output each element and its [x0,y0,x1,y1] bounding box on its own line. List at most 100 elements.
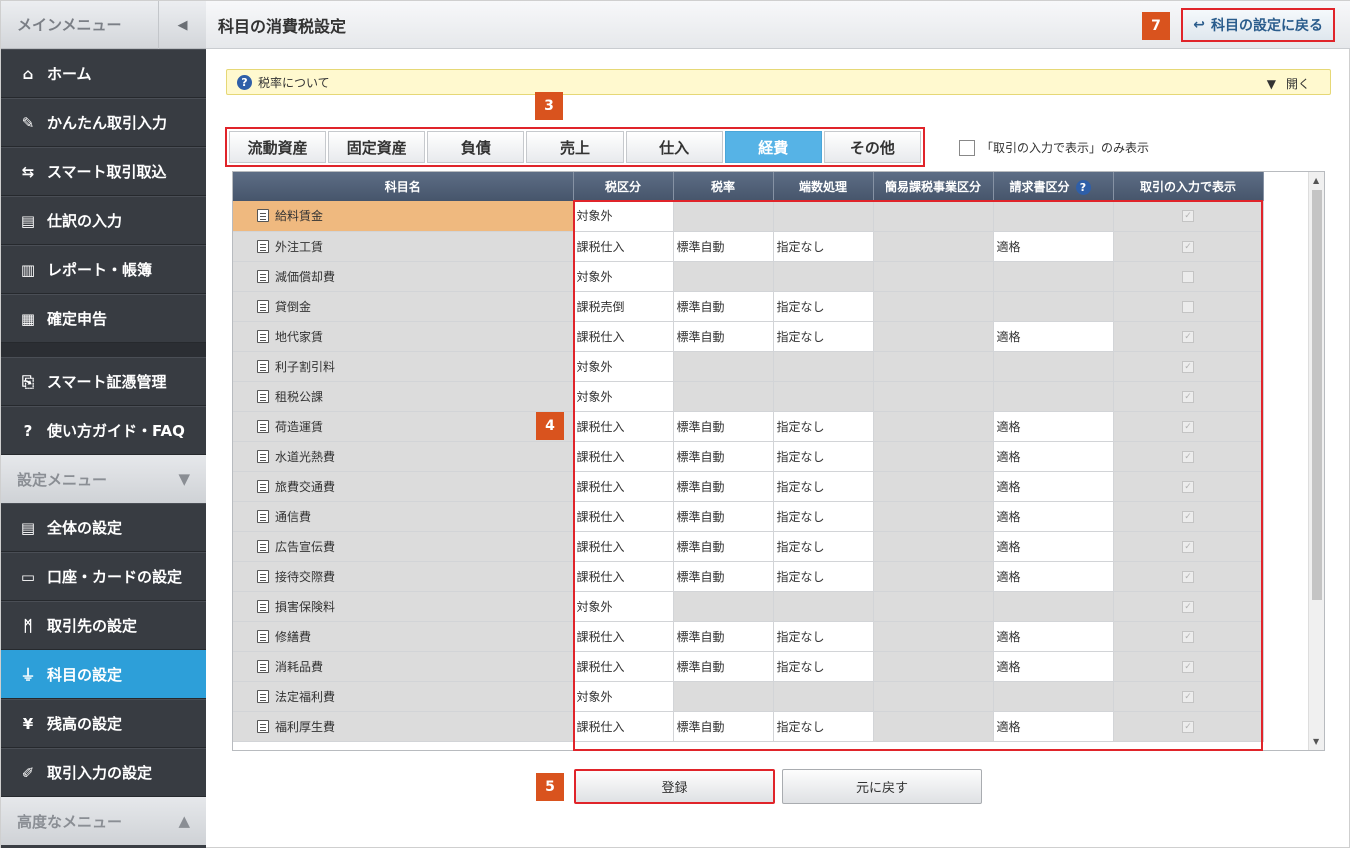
account-name-cell[interactable]: 法定福利費 [233,681,574,712]
tax-rate-cell[interactable]: 標準自動 [673,711,774,742]
help-circle-icon[interactable]: ? [1075,180,1091,195]
tax-rate-cell[interactable]: 標準自動 [673,411,774,442]
invoice-category-cell[interactable]: 適格 [993,621,1114,652]
account-name-cell[interactable]: 旅費交通費 [233,471,574,502]
sidebar-item-pencil[interactable]: ✎ かんたん取引入力 [1,98,206,147]
tax-rate-cell[interactable]: 標準自動 [673,231,774,262]
tax-category-cell[interactable]: 課税仕入 [573,501,674,532]
sidebar-item-card[interactable]: ▭ 口座・カードの設定 [1,552,206,601]
reset-button[interactable]: 元に戻す [782,769,982,804]
invoice-category-cell[interactable]: 適格 [993,501,1114,532]
invoice-category-cell[interactable]: 適格 [993,651,1114,682]
account-name-cell[interactable]: 広告宣伝費 [233,531,574,562]
tax-category-cell[interactable]: 課税仕入 [573,711,674,742]
tax-rate-cell[interactable]: 標準自動 [673,321,774,352]
account-name-cell[interactable]: 損害保険料 [233,591,574,622]
tax-category-cell[interactable]: 対象外 [573,261,674,292]
account-name-cell[interactable]: 修繕費 [233,621,574,652]
sidebar-item-home[interactable]: ⌂ ホーム [1,49,206,98]
account-name-cell[interactable]: 地代家賃 [233,321,574,352]
tab-5[interactable]: 経費 [724,131,822,163]
account-name-cell[interactable]: 利子割引料 [233,351,574,382]
invoice-category-cell[interactable]: 適格 [993,711,1114,742]
sidebar-item-building[interactable]: ▦ 確定申告 [1,294,206,343]
rounding-cell[interactable]: 指定なし [773,501,874,532]
sidebar-item-document[interactable]: ⎘ スマート証憑管理 [1,357,206,406]
account-name-cell[interactable]: 給料賃金 [233,201,574,232]
invoice-category-cell[interactable]: 適格 [993,441,1114,472]
settings-menu-header[interactable]: 設定メニュー ▼ [1,455,206,503]
register-button[interactable]: 登録 [574,769,775,804]
invoice-category-cell[interactable]: 適格 [993,561,1114,592]
rounding-cell[interactable]: 指定なし [773,291,874,322]
account-name-cell[interactable]: 外注工賃 [233,231,574,262]
invoice-category-cell[interactable]: 適格 [993,531,1114,562]
tax-category-cell[interactable]: 課税仕入 [573,471,674,502]
scroll-up-icon[interactable]: ▲ [1313,176,1319,185]
scroll-down-icon[interactable]: ▼ [1313,737,1319,746]
account-name-cell[interactable]: 接待交際費 [233,561,574,592]
sidebar-item-import[interactable]: ⇆ スマート取引取込 [1,147,206,196]
tax-category-cell[interactable]: 課税仕入 [573,441,674,472]
filter-checkbox[interactable] [959,139,975,156]
account-name-cell[interactable]: 消耗品費 [233,651,574,682]
tab-0[interactable]: 流動資産 [229,131,327,163]
account-name-cell[interactable]: 通信費 [233,501,574,532]
rounding-cell[interactable]: 指定なし [773,321,874,352]
tax-category-cell[interactable]: 課税仕入 [573,651,674,682]
tax-category-cell[interactable]: 対象外 [573,591,674,622]
account-name-cell[interactable]: 福利厚生費 [233,711,574,742]
tab-4[interactable]: 仕入 [625,131,723,163]
account-name-cell[interactable]: 減価償却費 [233,261,574,292]
rounding-cell[interactable]: 指定なし [773,231,874,262]
invoice-category-cell[interactable]: 適格 [993,321,1114,352]
back-to-account-settings-button[interactable]: ↩ 科目の設定に戻る [1181,8,1335,42]
advanced-menu-header[interactable]: 高度なメニュー ▲ [1,797,206,845]
info-open-toggle[interactable]: ▼ 開く [1267,75,1310,92]
sidebar-item-wrench[interactable]: ✐ 取引入力の設定 [1,748,206,797]
rounding-cell[interactable]: 指定なし [773,441,874,472]
invoice-category-cell[interactable]: 適格 [993,471,1114,502]
tab-6[interactable]: その他 [823,131,921,163]
rounding-cell[interactable]: 指定なし [773,561,874,592]
scrollbar-thumb[interactable] [1312,190,1322,600]
sidebar-item-yen[interactable]: ¥ 残高の設定 [1,699,206,748]
tax-category-cell[interactable]: 対象外 [573,681,674,712]
tax-category-cell[interactable]: 課税仕入 [573,411,674,442]
account-name-cell[interactable]: 租税公課 [233,381,574,412]
rounding-cell[interactable]: 指定なし [773,471,874,502]
invoice-category-cell[interactable]: 適格 [993,231,1114,262]
tab-2[interactable]: 負債 [427,131,525,163]
tax-category-cell[interactable]: 対象外 [573,351,674,382]
tax-category-cell[interactable]: 課税仕入 [573,531,674,562]
tax-category-cell[interactable]: 課税仕入 [573,231,674,262]
rounding-cell[interactable]: 指定なし [773,711,874,742]
tax-category-cell[interactable]: 対象外 [573,201,674,232]
tax-category-cell[interactable]: 課税仕入 [573,561,674,592]
tax-rate-cell[interactable]: 標準自動 [673,651,774,682]
tax-category-cell[interactable]: 対象外 [573,381,674,412]
tax-rate-cell[interactable]: 標準自動 [673,531,774,562]
tax-category-cell[interactable]: 課税仕入 [573,321,674,352]
tax-category-cell[interactable]: 課税売倒 [573,291,674,322]
account-name-cell[interactable]: 貸倒金 [233,291,574,322]
tax-rate-cell[interactable]: 標準自動 [673,501,774,532]
sidebar-item-tree[interactable]: ⏚ 科目の設定 [1,650,206,699]
tax-rate-cell[interactable]: 標準自動 [673,561,774,592]
table-scrollbar[interactable]: ▲ ▼ [1308,172,1324,750]
account-name-cell[interactable]: 水道光熱費 [233,441,574,472]
tab-3[interactable]: 売上 [526,131,624,163]
invoice-category-cell[interactable]: 適格 [993,411,1114,442]
account-name-cell[interactable]: 荷造運賃 [233,411,574,442]
sidebar-item-help[interactable]: ? 使い方ガイド・FAQ [1,406,206,455]
rounding-cell[interactable]: 指定なし [773,531,874,562]
sidebar-item-people[interactable]: ᛗ 取引先の設定 [1,601,206,650]
sidebar-item-settings-doc[interactable]: ▤ 全体の設定 [1,503,206,552]
sidebar-item-journal[interactable]: ▤ 仕訳の入力 [1,196,206,245]
sidebar-item-chart[interactable]: ▥ レポート・帳簿 [1,245,206,294]
tax-category-cell[interactable]: 課税仕入 [573,621,674,652]
tax-rate-cell[interactable]: 標準自動 [673,471,774,502]
show-in-entry-filter[interactable]: 「取引の入力で表示」のみ表示 [959,139,1149,156]
tax-rate-cell[interactable]: 標準自動 [673,621,774,652]
tax-rate-cell[interactable]: 標準自動 [673,441,774,472]
